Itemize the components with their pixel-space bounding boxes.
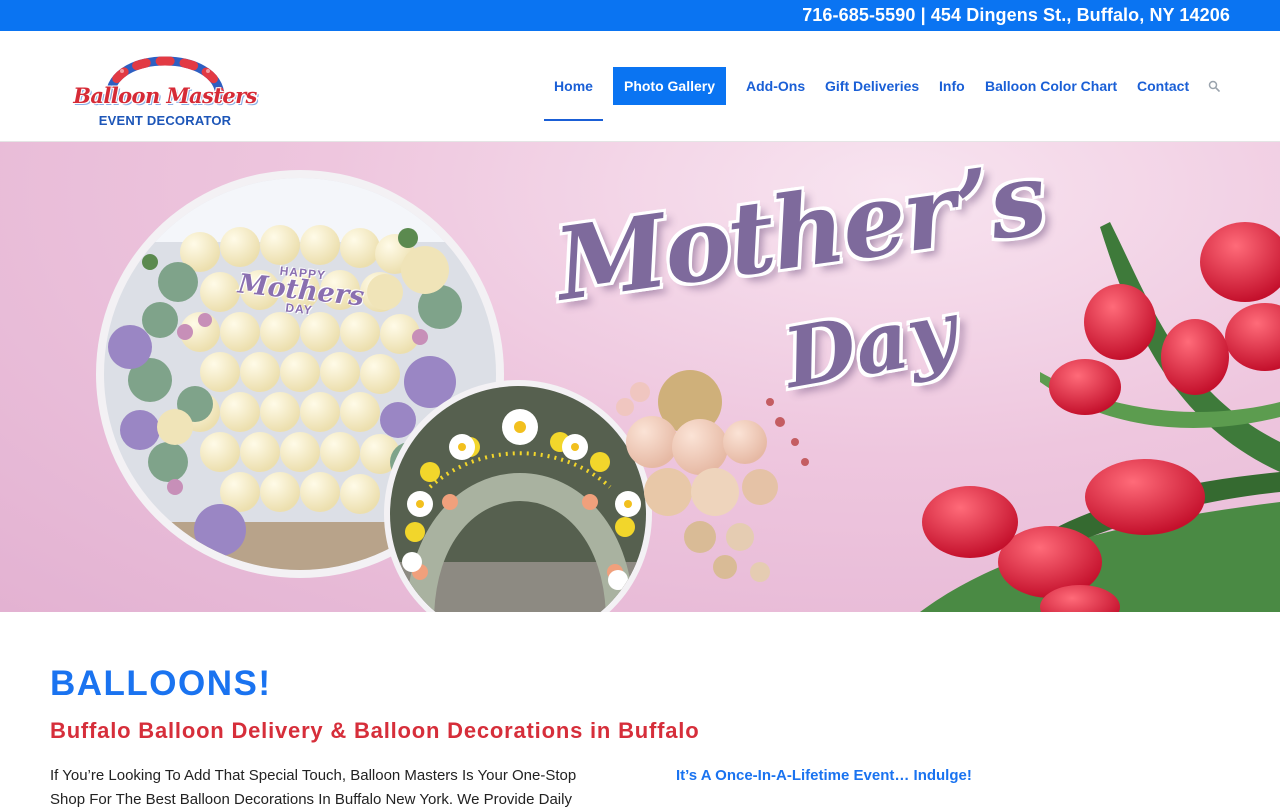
site-header: Balloon Masters EVENT DECORATOR Home Pho… — [0, 31, 1280, 142]
nav-home-label: Home — [554, 78, 593, 94]
nav-home[interactable]: Home — [544, 67, 603, 121]
contact-info: 716-685-5590 | 454 Dingens St., Buffalo,… — [802, 5, 1230, 25]
main-content: BALLOONS! Buffalo Balloon Delivery & Bal… — [0, 612, 1280, 808]
top-contact-bar: 716-685-5590 | 454 Dingens St., Buffalo,… — [0, 0, 1280, 31]
nav-photo-gallery[interactable]: Photo Gallery — [613, 67, 726, 105]
nav-info[interactable]: Info — [939, 67, 965, 105]
nav-add-ons[interactable]: Add-Ons — [746, 67, 805, 105]
active-indicator — [544, 119, 603, 121]
hero-banner[interactable]: HAPPY Mothers DAY Mother’s Day — [0, 142, 1280, 612]
intro-paragraph: If You’re Looking To Add That Special To… — [50, 767, 577, 808]
logo-title: Balloon Masters — [73, 83, 257, 108]
nav-contact[interactable]: Contact — [1137, 67, 1189, 105]
search-icon[interactable] — [1208, 67, 1222, 105]
nav-gift-deliveries[interactable]: Gift Deliveries — [825, 67, 919, 105]
nav-balloon-color-chart[interactable]: Balloon Color Chart — [985, 67, 1117, 105]
logo-subtitle: EVENT DECORATOR — [98, 113, 232, 128]
tagline: It’s A Once-In-A-Lifetime Event… Indulge… — [676, 767, 972, 784]
page-heading: BALLOONS! — [50, 664, 272, 703]
page-subheading: Buffalo Balloon Delivery & Balloon Decor… — [50, 718, 700, 743]
site-logo[interactable]: Balloon Masters EVENT DECORATOR — [70, 39, 260, 131]
